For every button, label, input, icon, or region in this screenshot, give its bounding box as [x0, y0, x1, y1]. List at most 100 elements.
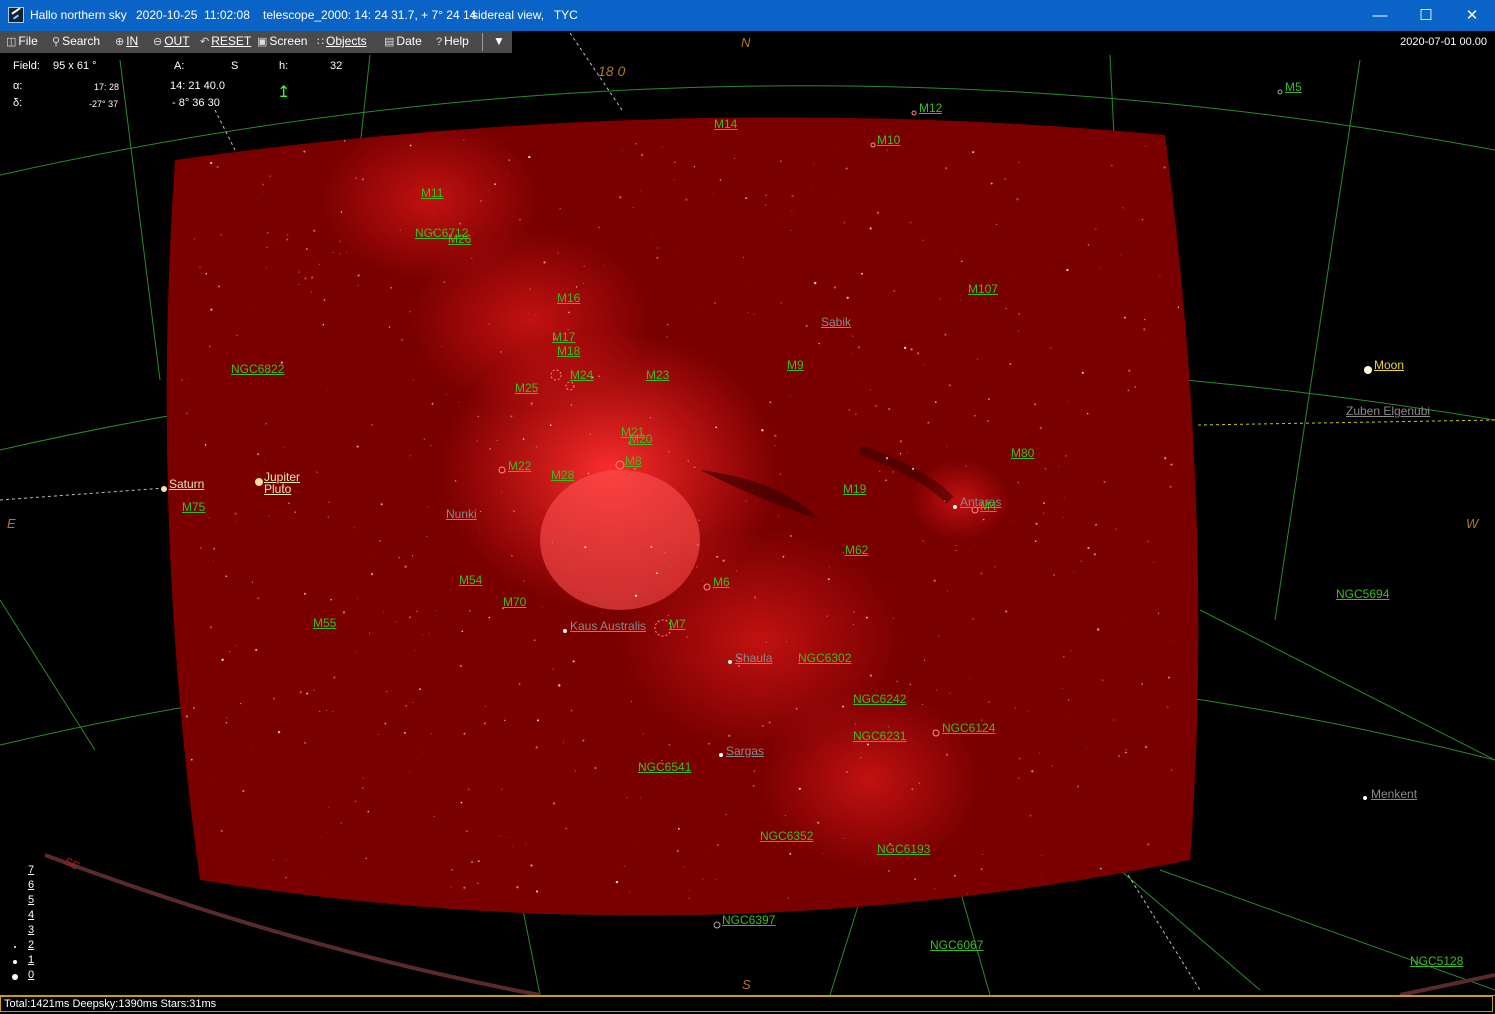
object-label-ngc5128[interactable]: NGC5128 — [1410, 954, 1463, 968]
star-dot-2 — [14, 946, 16, 948]
background-star — [286, 233, 289, 236]
object-label-saturn[interactable]: Saturn — [169, 477, 204, 491]
object-label-m8[interactable]: M8 — [625, 454, 642, 468]
background-star — [306, 692, 309, 695]
background-star — [866, 743, 869, 746]
object-label-m11[interactable]: M11 — [421, 186, 443, 200]
background-star — [285, 876, 287, 879]
object-label-ngc6124[interactable]: NGC6124 — [942, 721, 995, 735]
background-star — [661, 146, 663, 148]
current-date-display[interactable]: 2020-07-01 00.00 — [1400, 36, 1487, 48]
object-label-ngc6822[interactable]: NGC6822 — [231, 362, 284, 376]
object-label-moon[interactable]: Moon — [1374, 358, 1404, 372]
object-label-m28[interactable]: M28 — [551, 468, 574, 482]
object-label-m9[interactable]: M9 — [787, 358, 804, 372]
maximize-icon[interactable]: ☐ — [1403, 0, 1449, 31]
object-label-m70[interactable]: M70 — [503, 595, 526, 609]
search-button[interactable]: ⚲ Search — [52, 34, 100, 48]
object-label-m26[interactable]: M26 — [448, 232, 471, 246]
object-label-m6[interactable]: M6 — [713, 575, 730, 589]
background-star — [848, 409, 851, 411]
object-label-ngc6302[interactable]: NGC6302 — [798, 651, 851, 665]
object-label-m14[interactable]: M14 — [714, 117, 737, 131]
object-label-menkent[interactable]: Menkent — [1371, 787, 1417, 801]
object-label-m20[interactable]: M20 — [629, 432, 652, 446]
screen-button[interactable]: ▣ Screen — [257, 34, 307, 48]
object-label-ngc6541[interactable]: NGC6541 — [638, 760, 691, 774]
object-label-m19[interactable]: M19 — [843, 482, 866, 496]
object-label-kaus-australis[interactable]: Kaus Australis — [570, 619, 646, 633]
background-star — [789, 535, 792, 537]
object-label-m75[interactable]: M75 — [182, 500, 205, 514]
background-star — [827, 578, 830, 581]
background-star — [327, 501, 330, 504]
object-label-shaula[interactable]: Shaula — [735, 651, 772, 665]
object-label-nunki[interactable]: Nunki — [446, 507, 477, 521]
background-star — [733, 157, 736, 159]
object-label-m22[interactable]: M22 — [508, 459, 531, 473]
object-label-m23[interactable]: M23 — [646, 368, 669, 382]
object-label-m16[interactable]: M16 — [557, 291, 580, 305]
object-label-m80[interactable]: M80 — [1011, 446, 1034, 460]
background-star — [1065, 455, 1067, 457]
object-label-ngc6242[interactable]: NGC6242 — [853, 692, 906, 706]
background-star — [1169, 485, 1172, 488]
object-label-ngc6193[interactable]: NGC6193 — [877, 842, 930, 856]
background-star — [322, 323, 325, 326]
object-label-zuben-elgenubi[interactable]: Zuben Elgenubi — [1346, 404, 1430, 418]
object-label-m12[interactable]: M12 — [919, 101, 942, 115]
zoom-in-button[interactable]: ⊕ IN — [115, 34, 138, 48]
file-button[interactable]: ◫ File — [6, 34, 38, 48]
object-label-ngc5694[interactable]: NGC5694 — [1336, 587, 1389, 601]
background-star — [702, 878, 704, 880]
object-label-m55[interactable]: M55 — [313, 616, 336, 630]
background-star — [268, 515, 270, 517]
background-star — [1023, 351, 1025, 353]
object-label-m17[interactable]: M17 — [552, 330, 575, 344]
background-star — [465, 830, 468, 832]
object-label-m4[interactable]: M4 — [980, 499, 997, 513]
object-label-ngc6067[interactable]: NGC6067 — [930, 938, 983, 952]
minimize-icon[interactable]: — — [1357, 0, 1403, 31]
objects-button[interactable]: ∷ Objects — [317, 34, 367, 48]
background-star — [488, 323, 490, 326]
object-label-pluto[interactable]: Pluto — [264, 482, 291, 496]
zoom-out-button[interactable]: ⊖ OUT — [153, 34, 190, 48]
object-label-m54[interactable]: M54 — [459, 573, 482, 587]
object-label-sabik[interactable]: Sabik — [821, 315, 851, 329]
close-icon[interactable]: ✕ — [1449, 0, 1495, 31]
background-star — [284, 151, 285, 153]
sky-map[interactable] — [0, 0, 1495, 1013]
date-button[interactable]: ▤ Date — [384, 34, 422, 48]
background-star — [1177, 306, 1180, 308]
object-label-m25[interactable]: M25 — [515, 381, 538, 395]
background-star — [865, 616, 868, 619]
background-star — [414, 650, 416, 652]
background-star — [357, 284, 359, 286]
file-label: File — [18, 34, 38, 48]
object-label-ngc6352[interactable]: NGC6352 — [760, 829, 813, 843]
object-label-m24[interactable]: M24 — [570, 368, 593, 382]
background-star — [1017, 481, 1020, 484]
object-label-m10[interactable]: M10 — [877, 133, 900, 147]
toolbar-overflow-button[interactable]: ▼ — [493, 34, 505, 48]
cardinal-north: N — [741, 35, 751, 50]
object-label-ngc6231[interactable]: NGC6231 — [853, 729, 906, 743]
background-star — [1095, 523, 1098, 526]
object-label-sargas[interactable]: Sargas — [726, 744, 764, 758]
object-label-m18[interactable]: M18 — [557, 344, 580, 358]
background-star — [450, 886, 452, 888]
help-button[interactable]: ? Help — [436, 34, 469, 48]
background-star — [716, 555, 719, 558]
object-label-ngc6397[interactable]: NGC6397 — [722, 913, 775, 927]
object-label-m7[interactable]: M7 — [669, 617, 686, 631]
background-star — [1158, 143, 1160, 145]
background-star — [587, 472, 590, 475]
object-label-m107[interactable]: M107 — [968, 282, 998, 296]
object-label-m62[interactable]: M62 — [845, 543, 868, 557]
object-label-m5[interactable]: M5 — [1285, 80, 1302, 94]
background-star — [1125, 751, 1127, 754]
background-star — [779, 160, 782, 163]
background-star — [575, 286, 578, 288]
reset-button[interactable]: ↶ RESET — [200, 34, 251, 48]
